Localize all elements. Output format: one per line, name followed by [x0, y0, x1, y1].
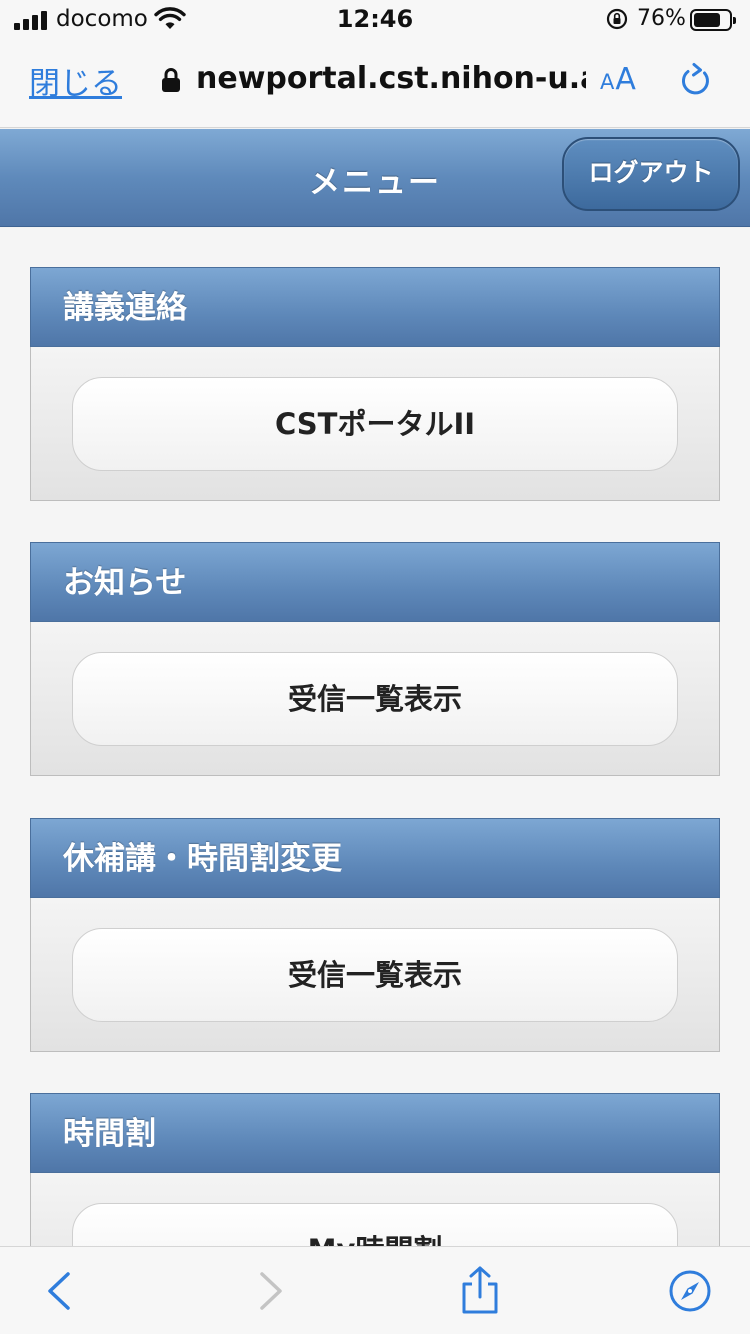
text-size-button[interactable]: AA	[600, 62, 637, 97]
status-bar: docomo 12:46 76%	[0, 0, 750, 40]
close-button[interactable]: 閉じる	[29, 58, 122, 103]
browser-address-bar: 閉じる newportal.cst.nihon-u.a AA	[0, 40, 750, 128]
browser-toolbar	[0, 1246, 750, 1334]
section-body: 受信一覧表示	[30, 622, 720, 776]
section-title: 講義連絡	[30, 267, 720, 347]
my-timetable-button[interactable]: My時間割	[72, 1203, 678, 1246]
carrier-name: docomo	[56, 6, 148, 32]
menu-content: 講義連絡 CSTポータルII お知らせ 受信一覧表示 休補講・時間割変更 受信一…	[0, 228, 750, 1246]
section-class-changes: 休補講・時間割変更 受信一覧表示	[30, 818, 720, 1052]
section-title: お知らせ	[30, 542, 720, 622]
section-body: 受信一覧表示	[30, 898, 720, 1052]
chevron-right-icon[interactable]	[248, 1269, 292, 1313]
text-size-large-label: A	[615, 62, 637, 97]
section-body: CSTポータルII	[30, 347, 720, 501]
rotation-lock-icon	[606, 8, 628, 30]
logout-button[interactable]: ログアウト	[562, 137, 740, 211]
section-body: My時間割	[30, 1173, 720, 1246]
compass-icon[interactable]	[668, 1269, 712, 1313]
battery-icon	[690, 9, 736, 31]
battery-percent: 76%	[637, 6, 686, 31]
section-title: 時間割	[30, 1093, 720, 1173]
section-timetable: 時間割 My時間割	[30, 1093, 720, 1246]
chevron-left-icon[interactable]	[38, 1269, 82, 1313]
cst-portal-button[interactable]: CSTポータルII	[72, 377, 678, 471]
section-title: 休補講・時間割変更	[30, 818, 720, 898]
class-changes-inbox-button[interactable]: 受信一覧表示	[72, 928, 678, 1022]
page-header: メニュー ログアウト	[0, 129, 750, 227]
lock-icon	[162, 68, 180, 92]
reload-icon[interactable]	[678, 61, 714, 99]
announcements-inbox-button[interactable]: 受信一覧表示	[72, 652, 678, 746]
section-announcements: お知らせ 受信一覧表示	[30, 542, 720, 776]
signal-strength-icon	[14, 10, 50, 30]
section-lecture-notices: 講義連絡 CSTポータルII	[30, 267, 720, 501]
share-icon[interactable]	[458, 1265, 502, 1315]
wifi-icon	[154, 7, 186, 29]
text-size-small-label: A	[600, 70, 616, 94]
url-field[interactable]: newportal.cst.nihon-u.a	[196, 61, 586, 96]
